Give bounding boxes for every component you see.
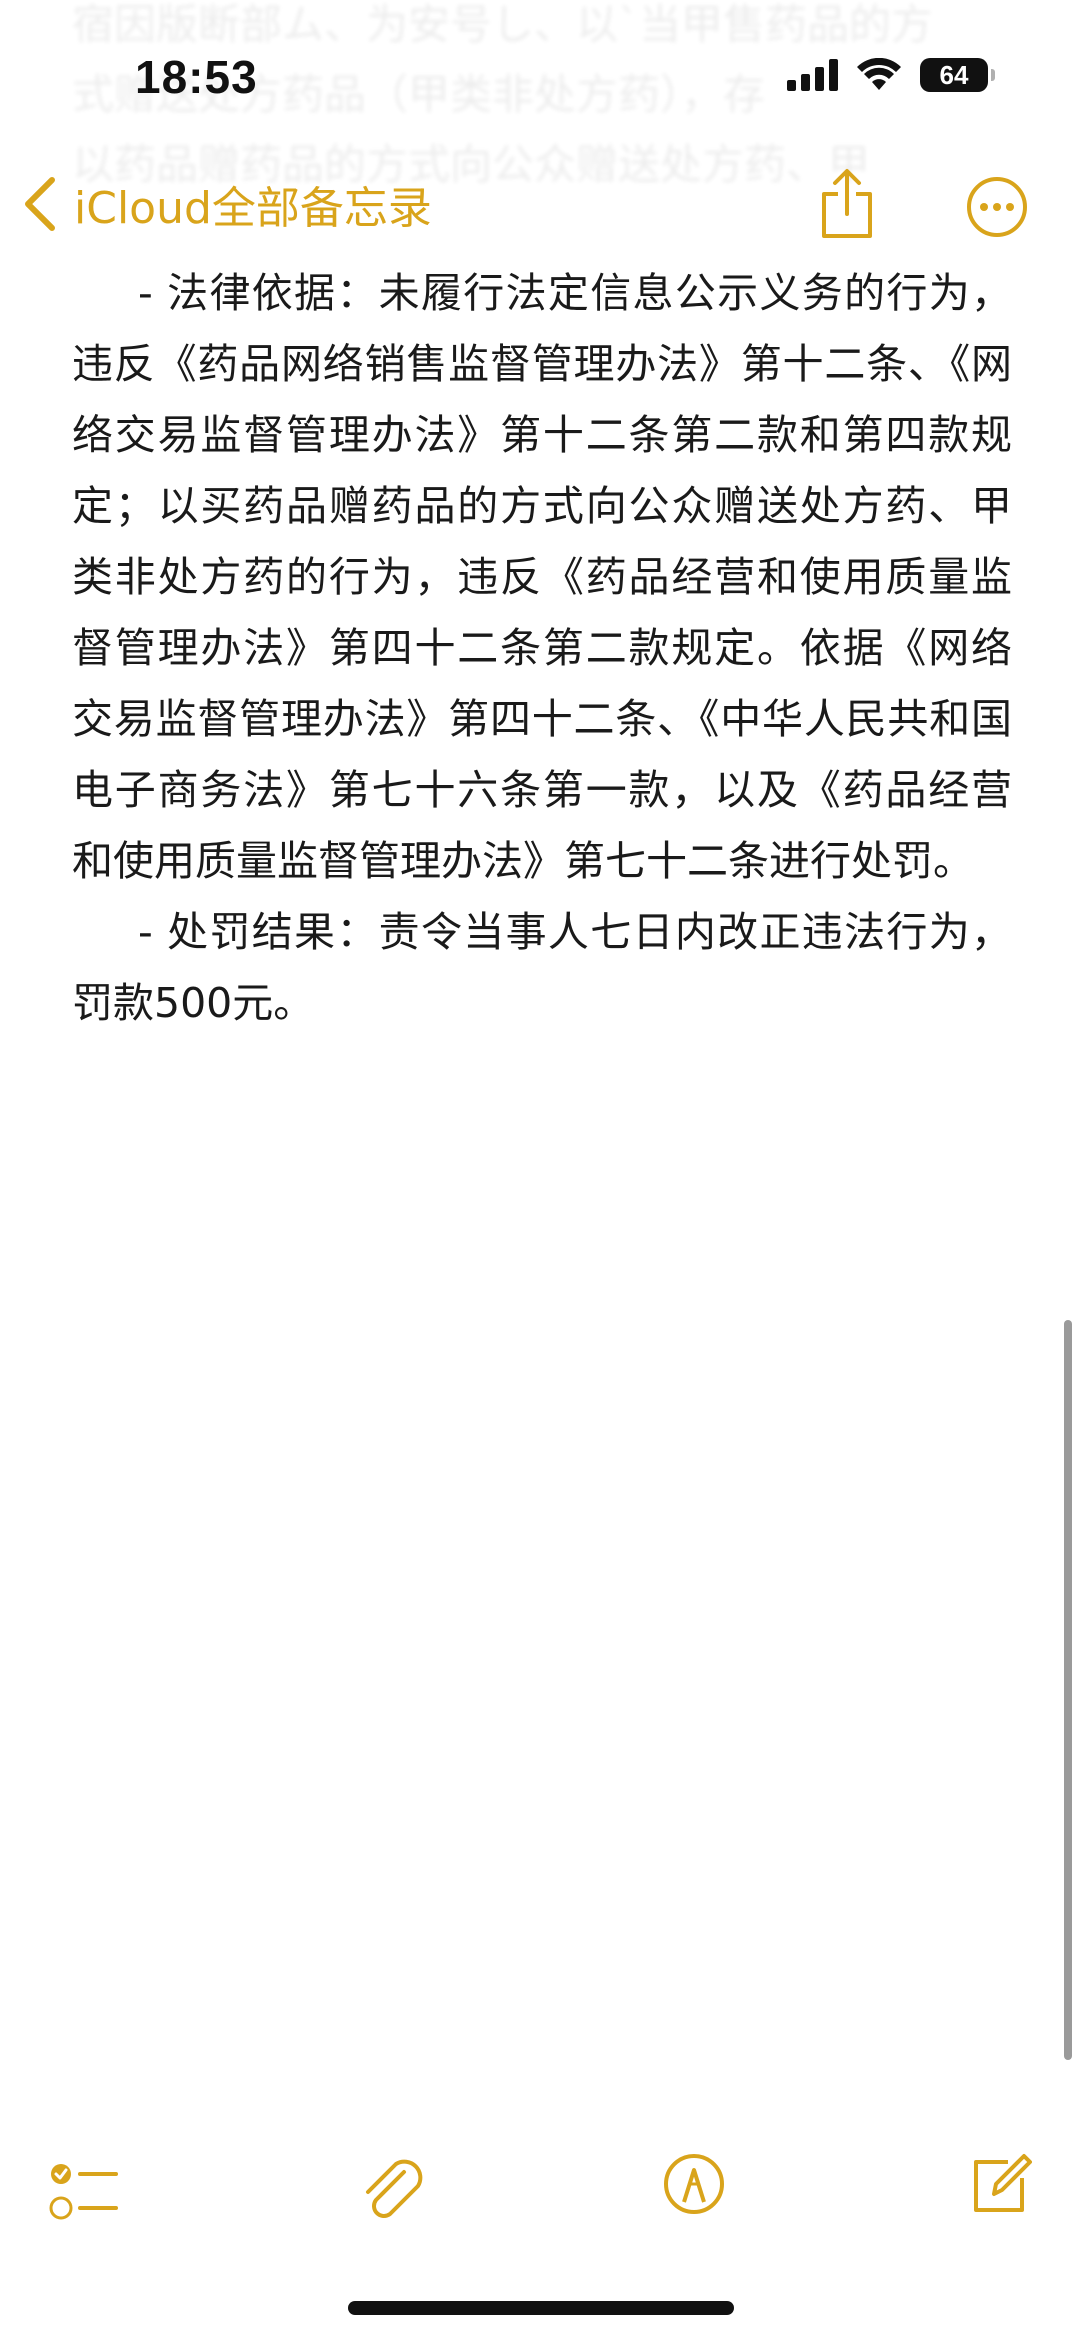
ellipsis-circle-icon [967, 177, 1027, 237]
bottom-toolbar [0, 2140, 1080, 2250]
scrollbar[interactable] [1064, 1320, 1072, 2060]
battery-icon: 64 [920, 58, 995, 92]
checklist-button[interactable] [48, 2160, 120, 2228]
status-icons: 64 [787, 58, 995, 92]
note-paragraph-penalty-result: - 处罚结果：责令当事人七日内改正违法行为，罚款500元。 [72, 908, 1012, 1027]
home-indicator[interactable] [348, 2301, 734, 2315]
chevron-left-icon [25, 177, 55, 231]
pen-circle-icon [664, 2154, 724, 2214]
note-paragraph-legal-basis: - 法律依据：未履行法定信息公示义务的行为，违反《药品网络销售监督管理办法》第十… [72, 269, 1012, 885]
markup-button[interactable] [662, 2152, 726, 2220]
share-icon [822, 169, 872, 238]
battery-level: 64 [939, 59, 969, 90]
compose-icon [974, 2154, 1032, 2212]
cellular-signal-icon [787, 59, 838, 91]
note-body[interactable]: - 法律依据：未履行法定信息公示义务的行为，违反《药品网络销售监督管理办法》第十… [72, 258, 1012, 1039]
status-bar: 宿因版断部ム、为安号し、以`当甲售药品的方 式赠送处方药品（甲类非处方药），存 … [0, 0, 1080, 189]
checklist-icon [49, 2164, 118, 2220]
attach-button[interactable] [360, 2152, 426, 2228]
wifi-icon [857, 58, 901, 90]
nav-bar: iCloud全部备忘录 [0, 160, 1080, 260]
back-button[interactable]: iCloud全部备忘录 [22, 172, 432, 236]
paperclip-icon [366, 2159, 423, 2218]
status-time: 18:53 [135, 51, 258, 103]
share-button[interactable] [818, 168, 876, 244]
compose-button[interactable] [968, 2150, 1032, 2220]
back-label: iCloud全部备忘录 [74, 183, 432, 234]
more-button[interactable] [966, 176, 1028, 242]
